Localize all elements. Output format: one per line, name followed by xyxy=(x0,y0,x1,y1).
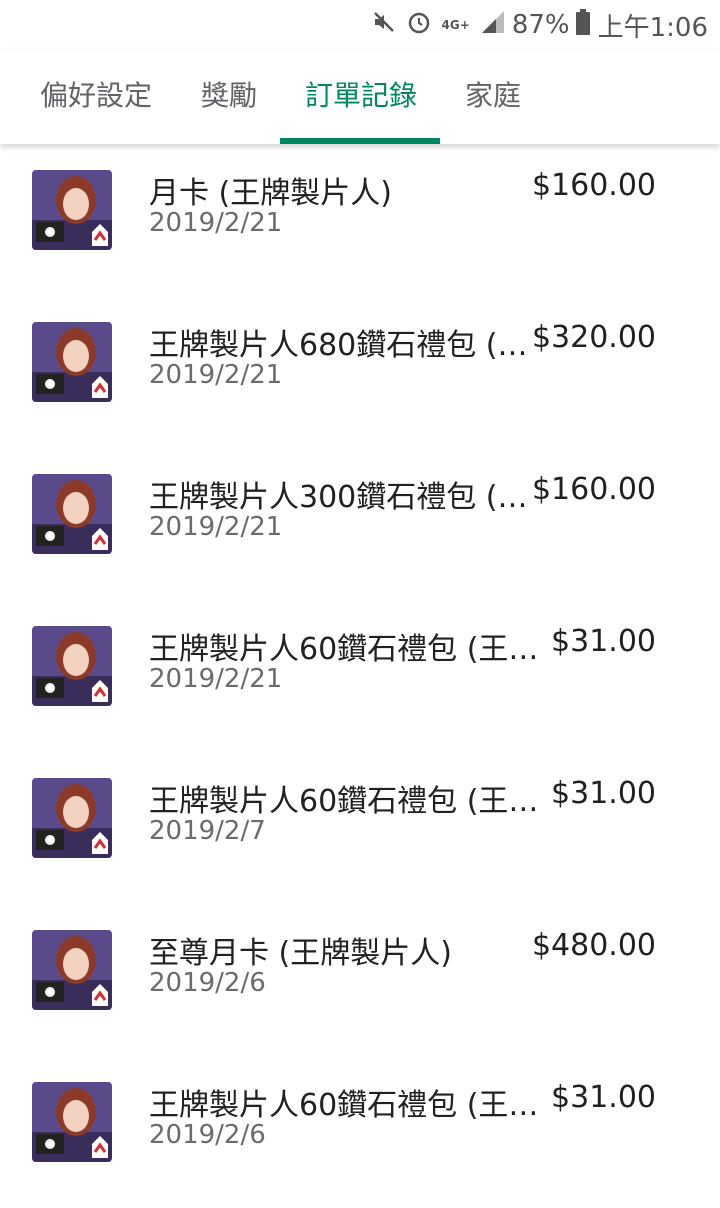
order-row[interactable]: 至尊月卡 (王牌製片人) 2019/2/6 $480.00 xyxy=(0,904,720,1056)
app-icon xyxy=(32,1082,112,1162)
order-title: 月卡 (王牌製片人) xyxy=(149,176,392,211)
order-title: 王牌製片人60鑽石禮包 (王… xyxy=(149,784,539,819)
mute-icon xyxy=(372,10,396,41)
app-icon xyxy=(32,170,112,250)
order-date: 2019/2/6 xyxy=(149,968,266,998)
status-bar: 4G+ 87% 上午1:06 xyxy=(0,0,720,50)
order-price: $480.00 xyxy=(531,928,656,963)
order-date: 2019/2/7 xyxy=(149,816,266,846)
order-price: $320.00 xyxy=(531,320,656,355)
signal-icon xyxy=(480,9,506,42)
tab-preferences[interactable]: 偏好設定 xyxy=(40,50,152,144)
order-row[interactable]: 月卡 (王牌製片人) 2019/2/21 $160.00 xyxy=(0,144,720,296)
active-tab-indicator xyxy=(280,138,440,144)
order-date: 2019/2/6 xyxy=(149,1120,266,1150)
order-title: 王牌製片人60鑽石禮包 (王… xyxy=(149,632,539,667)
order-date: 2019/2/21 xyxy=(149,664,283,694)
order-price: $160.00 xyxy=(531,168,656,203)
order-row[interactable]: 王牌製片人680鑽石禮包 (… 2019/2/21 $320.00 xyxy=(0,296,720,448)
clock: 上午1:06 xyxy=(597,12,708,43)
order-row[interactable]: 王牌製片人60鑽石禮包 (王… 2019/2/21 $31.00 xyxy=(0,600,720,752)
order-row[interactable]: 王牌製片人300鑽石禮包 (… 2019/2/21 $160.00 xyxy=(0,448,720,600)
app-icon xyxy=(32,778,112,858)
app-icon xyxy=(32,474,112,554)
order-price: $31.00 xyxy=(551,624,656,659)
battery-icon xyxy=(575,8,590,42)
tab-order-history[interactable]: 訂單記錄 xyxy=(305,50,417,144)
order-title: 王牌製片人680鑽石禮包 (… xyxy=(149,328,528,363)
alarm-icon xyxy=(406,9,432,42)
order-price: $31.00 xyxy=(551,776,656,811)
order-row[interactable]: 王牌製片人60鑽石禮包 (王… 2019/2/7 $31.00 xyxy=(0,752,720,904)
tab-bar: 偏好設定 獎勵 訂單記錄 家庭 xyxy=(0,50,720,144)
order-title: 王牌製片人300鑽石禮包 (… xyxy=(149,480,528,515)
order-price: $31.00 xyxy=(551,1080,656,1115)
battery-percentage: 87% xyxy=(511,10,570,40)
order-date: 2019/2/21 xyxy=(149,360,283,390)
order-date: 2019/2/21 xyxy=(149,512,283,542)
order-title: 王牌製片人60鑽石禮包 (王… xyxy=(149,1088,539,1123)
order-row[interactable]: 王牌製片人60鑽石禮包 (王… 2019/2/6 $31.00 xyxy=(0,1056,720,1208)
app-icon xyxy=(32,626,112,706)
order-price: $160.00 xyxy=(531,472,656,507)
tab-rewards[interactable]: 獎勵 xyxy=(201,50,257,144)
order-date: 2019/2/21 xyxy=(149,208,283,238)
tab-family[interactable]: 家庭 xyxy=(465,50,521,144)
app-icon xyxy=(32,930,112,1010)
network-4g-icon: 4G+ xyxy=(441,18,470,32)
order-title: 至尊月卡 (王牌製片人) xyxy=(149,936,452,971)
app-icon xyxy=(32,322,112,402)
